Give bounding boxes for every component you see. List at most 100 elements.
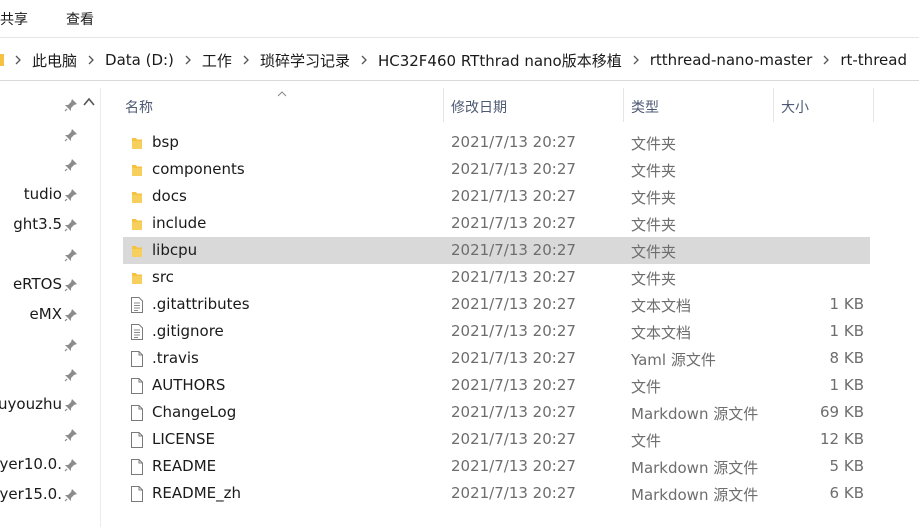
folder-icon <box>132 273 142 284</box>
nav-item[interactable] <box>0 420 80 450</box>
file-type: 文件夹 <box>631 216 677 234</box>
file-name: LICENSE <box>152 430 215 448</box>
file-row[interactable]: README_zh 2021/7/13 20:27 Markdown 源文件 6 KB <box>123 480 870 507</box>
file-row[interactable]: LICENSE 2021/7/13 20:27 文件 12 KB <box>123 426 870 453</box>
file-modified-date: 2021/7/13 20:27 <box>451 160 576 178</box>
chevron-right-icon[interactable] <box>352 55 376 65</box>
file-name: .gitattributes <box>152 295 250 313</box>
column-divider[interactable] <box>443 88 444 122</box>
file-row[interactable]: src 2021/7/13 20:27 文件夹 <box>123 264 870 291</box>
nav-item[interactable]: eRTOS <box>0 270 80 300</box>
file-size: 69 KB <box>820 403 864 421</box>
file-modified-date: 2021/7/13 20:27 <box>451 457 576 475</box>
file-type: Markdown 源文件 <box>631 405 759 423</box>
file-name: src <box>152 268 174 286</box>
crumb-rt-thread[interactable]: rt-thread <box>838 51 909 69</box>
pin-icon[interactable] <box>64 368 78 382</box>
chevron-right-icon[interactable] <box>234 55 258 65</box>
nav-item[interactable]: ght3.5 <box>0 210 80 240</box>
crumb-study-notes[interactable]: 琐碎学习记录 <box>258 50 352 71</box>
folder-icon <box>132 138 142 149</box>
pin-icon[interactable] <box>64 398 78 412</box>
chevron-right-icon[interactable] <box>176 55 200 65</box>
crumb-rtthread-nano-master[interactable]: rtthread-nano-master <box>648 51 815 69</box>
address-bar[interactable]: 此电脑 Data (D:) 工作 琐碎学习记录 HC32F460 RTthrad… <box>0 40 919 81</box>
column-name[interactable]: 名称 <box>125 97 153 117</box>
file-size: 6 KB <box>829 484 864 502</box>
chevron-right-icon[interactable] <box>814 55 838 65</box>
file-type: 文件夹 <box>631 189 677 207</box>
pin-icon[interactable] <box>64 188 78 202</box>
file-row[interactable]: docs 2021/7/13 20:27 文件夹 <box>123 183 870 210</box>
pin-icon[interactable] <box>64 428 78 442</box>
file-name: .travis <box>152 349 199 367</box>
pin-icon[interactable] <box>64 458 78 472</box>
crumb-data-drive[interactable]: Data (D:) <box>103 51 176 69</box>
file-row[interactable]: AUTHORS 2021/7/13 20:27 文件 1 KB <box>123 372 870 399</box>
crumb-hc32f460[interactable]: HC32F460 RTthrad nano版本移植 <box>376 50 624 71</box>
file-type: 文件夹 <box>631 135 677 153</box>
nav-item[interactable] <box>0 240 80 270</box>
nav-item[interactable] <box>0 120 80 150</box>
nav-item[interactable] <box>0 150 80 180</box>
chevron-right-icon[interactable] <box>6 55 30 65</box>
nav-item[interactable] <box>0 360 80 390</box>
nav-item[interactable]: uyouzhu <box>0 390 80 420</box>
file-row[interactable]: libcpu 2021/7/13 20:27 文件夹 <box>123 237 870 264</box>
file-name: components <box>152 160 245 178</box>
crumb-work[interactable]: 工作 <box>200 50 234 71</box>
folder-icon <box>132 165 142 176</box>
ribbon-tab-share[interactable]: 共享 <box>0 9 28 29</box>
column-date[interactable]: 修改日期 <box>451 97 507 117</box>
column-size[interactable]: 大小 <box>781 97 809 117</box>
pin-icon[interactable] <box>64 488 78 502</box>
file-row[interactable]: README 2021/7/13 20:27 Markdown 源文件 5 KB <box>123 453 870 480</box>
pin-icon[interactable] <box>64 308 78 322</box>
pin-icon[interactable] <box>64 158 78 172</box>
crumb-this-pc[interactable]: 此电脑 <box>30 50 79 71</box>
file-modified-date: 2021/7/13 20:27 <box>451 376 576 394</box>
file-type: 文件夹 <box>631 270 677 288</box>
file-row[interactable]: .gitignore 2021/7/13 20:27 文本文档 1 KB <box>123 318 870 345</box>
file-name: .gitignore <box>152 322 224 340</box>
pin-icon[interactable] <box>64 278 78 292</box>
file-name: docs <box>152 187 187 205</box>
file-size: 5 KB <box>829 457 864 475</box>
nav-item[interactable] <box>0 90 80 120</box>
file-type: 文本文档 <box>631 324 692 342</box>
column-divider[interactable] <box>623 88 624 122</box>
file-row[interactable]: bsp 2021/7/13 20:27 文件夹 <box>123 129 870 156</box>
file-row[interactable]: ChangeLog 2021/7/13 20:27 Markdown 源文件 69 K… <box>123 399 870 426</box>
column-divider[interactable] <box>873 88 874 122</box>
file-modified-date: 2021/7/13 20:27 <box>451 214 576 232</box>
file-row[interactable]: components 2021/7/13 20:27 文件夹 <box>123 156 870 183</box>
nav-item-label: ght3.5 <box>13 215 62 233</box>
nav-item[interactable]: yer15.0. <box>0 480 80 510</box>
file-row[interactable]: .travis 2021/7/13 20:27 Yaml 源文件 8 KB <box>123 345 870 372</box>
nav-item[interactable]: eMX <box>0 300 80 330</box>
pin-icon[interactable] <box>64 338 78 352</box>
file-icon <box>131 459 143 475</box>
text-file-icon <box>131 297 143 313</box>
file-size: 1 KB <box>829 376 864 394</box>
nav-item[interactable]: yer10.0. <box>0 450 80 480</box>
pin-icon[interactable] <box>64 248 78 262</box>
pin-icon[interactable] <box>64 218 78 232</box>
chevron-right-icon[interactable] <box>624 55 648 65</box>
column-divider[interactable] <box>773 88 774 122</box>
nav-item[interactable]: tudio <box>0 180 80 210</box>
ribbon-tab-view[interactable]: 查看 <box>66 9 94 29</box>
file-icon <box>131 405 143 421</box>
file-type: 文件夹 <box>631 162 677 180</box>
folder-icon <box>132 219 142 230</box>
column-type[interactable]: 类型 <box>631 97 659 117</box>
file-list: 名称 修改日期 类型 大小 bsp 2021/7/13 20:27 文件夹 compo… <box>101 88 919 527</box>
nav-item[interactable] <box>0 330 80 360</box>
pin-icon[interactable] <box>64 98 78 112</box>
pin-icon[interactable] <box>64 128 78 142</box>
scroll-up-icon[interactable] <box>82 94 96 108</box>
file-row[interactable]: include 2021/7/13 20:27 文件夹 <box>123 210 870 237</box>
file-row[interactable]: .gitattributes 2021/7/13 20:27 文本文档 1 KB <box>123 291 870 318</box>
chevron-right-icon[interactable] <box>79 55 103 65</box>
file-name: bsp <box>152 133 179 151</box>
